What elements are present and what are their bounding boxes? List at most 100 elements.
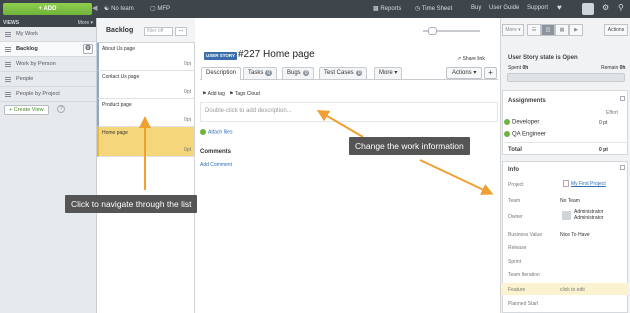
tab-test-cases[interactable]: Test Cases 0 bbox=[319, 67, 368, 79]
add-comment-link[interactable]: Add Comment bbox=[200, 162, 232, 168]
backlog-options-button[interactable]: ... bbox=[175, 27, 187, 36]
list-icon bbox=[5, 76, 11, 82]
project-selector[interactable]: ▢ MFP bbox=[150, 5, 170, 12]
tab-tasks[interactable]: Tasks 0 bbox=[243, 67, 278, 79]
role-name: Developer bbox=[512, 119, 540, 126]
timesheet-link[interactable]: ◷ Time Sheet bbox=[415, 5, 452, 12]
sidebar-item-work-by-person[interactable]: Work by Person bbox=[0, 57, 96, 72]
tab-label: Bugs bbox=[287, 70, 301, 76]
card-title: Home page bbox=[102, 130, 128, 136]
avatar bbox=[562, 211, 571, 220]
views-header: VIEWS More ▾ bbox=[0, 18, 96, 27]
list-item[interactable]: Contact Us page 0pt bbox=[97, 71, 194, 99]
layout-list-icon[interactable]: ☰ bbox=[527, 24, 541, 36]
list-icon bbox=[5, 91, 11, 97]
timesheet-label: Time Sheet bbox=[421, 6, 453, 12]
project-icon: ▢ bbox=[150, 6, 156, 12]
heart-icon[interactable]: ♥ bbox=[557, 3, 562, 12]
card-points: 0pt bbox=[184, 61, 191, 67]
tab-bugs[interactable]: Bugs 0 bbox=[282, 67, 315, 79]
tags-cloud-link[interactable]: Tags Cloud bbox=[235, 91, 260, 97]
info-label: Project bbox=[508, 182, 524, 188]
collapse-sidebar-icon[interactable]: ◀ bbox=[92, 4, 97, 12]
count-badge: 0 bbox=[355, 70, 363, 76]
list-item[interactable]: Product page 0pt bbox=[97, 99, 194, 127]
search-icon[interactable]: ⚲ bbox=[618, 3, 624, 12]
user-guide-link[interactable]: User Guide bbox=[489, 5, 519, 11]
layout-split-icon[interactable]: ◫ bbox=[541, 24, 555, 36]
tab-description[interactable]: Description bbox=[201, 67, 242, 80]
user-avatar-icon[interactable] bbox=[582, 3, 594, 15]
collapse-assignments-icon[interactable] bbox=[620, 96, 625, 101]
attach-files-link[interactable]: Attach files bbox=[200, 129, 232, 135]
state-value[interactable]: Open bbox=[562, 55, 577, 61]
share-link[interactable]: ↗ Share link bbox=[457, 56, 485, 62]
tab-more[interactable]: More ▾ bbox=[374, 67, 403, 79]
count-badge: 0 bbox=[302, 70, 310, 76]
state-heading: User Story state is Open bbox=[508, 55, 578, 61]
tooltip-change-info: Change the work information bbox=[349, 137, 470, 155]
project-value-link[interactable]: My First Project bbox=[571, 181, 606, 187]
reports-link[interactable]: ▩ Reports bbox=[373, 5, 401, 12]
backlog-title: Backlog bbox=[106, 27, 134, 34]
zoom-slider-handle[interactable] bbox=[428, 27, 437, 35]
state-prefix: User Story state is bbox=[508, 55, 563, 61]
story-detail-panel bbox=[195, 43, 500, 313]
add-button[interactable]: + ADD bbox=[3, 3, 92, 15]
gear-icon[interactable]: ⚙ bbox=[602, 3, 609, 12]
filter-input[interactable]: filter off bbox=[144, 27, 173, 36]
list-icon bbox=[5, 61, 11, 67]
count-badge: 0 bbox=[265, 70, 273, 76]
project-label: MFP bbox=[157, 6, 171, 12]
create-view-button[interactable]: + Create View bbox=[4, 105, 49, 115]
tooltip-navigate: Click to navigate through the list bbox=[65, 195, 198, 213]
support-link[interactable]: Support bbox=[527, 5, 548, 11]
total-value: 0 pt bbox=[599, 147, 608, 153]
sidebar-item-my-work[interactable]: My Work bbox=[0, 27, 96, 42]
card-points: 0pt bbox=[184, 147, 191, 153]
card-title: Product page bbox=[102, 102, 132, 108]
sidebar-item-label: Backlog bbox=[16, 46, 38, 52]
role-effort[interactable]: 0 pt bbox=[599, 120, 607, 126]
tab-label: More ▾ bbox=[379, 70, 398, 76]
layout-board-icon[interactable]: ▦ bbox=[555, 24, 569, 36]
feature-value[interactable]: click to edit bbox=[560, 287, 585, 293]
view-settings-gear-icon[interactable]: ⚙ bbox=[83, 44, 93, 54]
sidebar-item-backlog[interactable]: Backlog ⚙ bbox=[0, 42, 96, 57]
business-value[interactable]: Nice To Have bbox=[560, 232, 590, 238]
team-value[interactable]: No Team bbox=[560, 198, 580, 204]
help-icon[interactable]: ? bbox=[57, 105, 66, 114]
add-button-small[interactable]: + bbox=[484, 67, 497, 79]
time-progress-bar bbox=[507, 73, 625, 82]
list-item[interactable]: About Us page 0pt bbox=[97, 43, 194, 71]
list-icon bbox=[5, 31, 11, 37]
toolbar-actions-button[interactable]: Actions bbox=[604, 24, 628, 36]
story-name[interactable]: Home page bbox=[263, 49, 315, 60]
team-selector[interactable]: ☯ No team bbox=[104, 5, 134, 12]
card-points: 0pt bbox=[184, 89, 191, 95]
role-developer[interactable]: Developer bbox=[504, 119, 539, 126]
project-icon bbox=[563, 180, 569, 187]
layout-detail-icon[interactable]: ▶ bbox=[569, 24, 583, 36]
description-editor[interactable]: Double-click to add description... bbox=[200, 102, 498, 122]
info-label: Planned Start bbox=[508, 301, 539, 307]
card-title: Contact Us page bbox=[102, 74, 140, 80]
role-qa-engineer[interactable]: QA Engineer bbox=[504, 131, 546, 138]
list-item-selected[interactable]: Home page 0pt bbox=[97, 127, 194, 157]
actions-dropdown[interactable]: Actions ▾ bbox=[446, 67, 482, 79]
collapse-info-icon[interactable] bbox=[620, 165, 625, 170]
add-tag-link[interactable]: Add tag bbox=[208, 91, 225, 97]
views-label: VIEWS bbox=[3, 20, 20, 26]
page-title[interactable]: #227 Home page bbox=[238, 49, 315, 60]
spent-time: Spent 0h bbox=[508, 65, 528, 71]
effort-header: Effort bbox=[606, 110, 618, 116]
buy-link[interactable]: Buy bbox=[471, 5, 481, 11]
sidebar-item-people[interactable]: People bbox=[0, 72, 96, 87]
remain-label: Remain bbox=[601, 65, 619, 71]
card-points: 0pt bbox=[184, 117, 191, 123]
top-bar: + ADD ◀ ☯ No team ▢ MFP ▩ Reports ◷ Time… bbox=[0, 0, 630, 18]
views-more-button[interactable]: More ▾ bbox=[78, 20, 93, 26]
owner-value[interactable]: Administrator Administrator bbox=[574, 209, 614, 221]
sidebar-item-people-by-project[interactable]: People by Project bbox=[0, 87, 96, 102]
toolbar-more-button[interactable]: More ▾ bbox=[502, 24, 524, 36]
